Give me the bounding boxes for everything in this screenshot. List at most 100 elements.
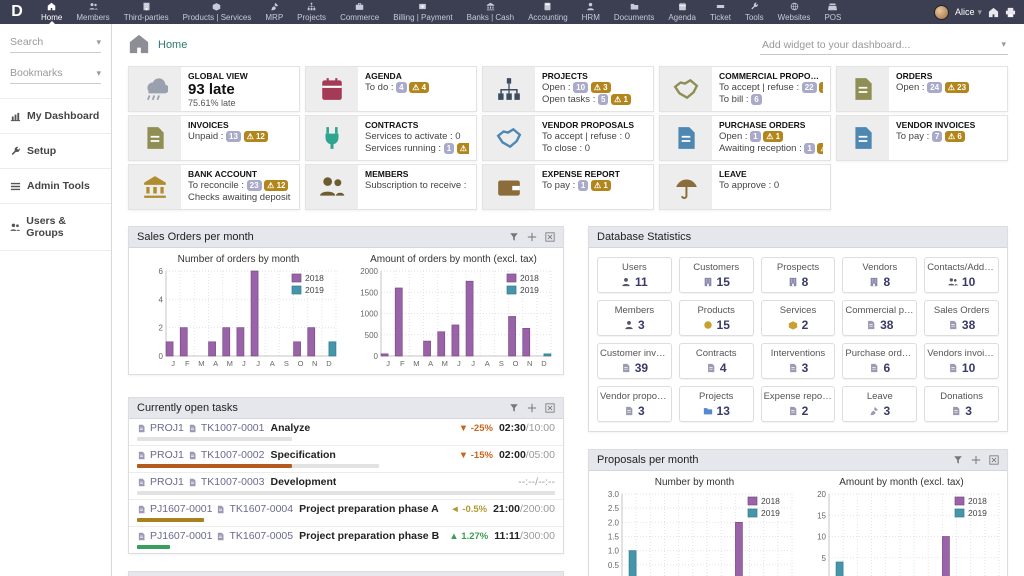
kpi-leave[interactable]: LEAVE To approve : 0 — [659, 164, 831, 210]
stat-users[interactable]: Users 11 — [597, 257, 672, 293]
stat-purchase-orders[interactable]: Purchase orders 6 — [842, 343, 918, 379]
nav-item-documents[interactable]: Documents — [607, 0, 661, 24]
stat-customers[interactable]: Customers 15 — [678, 257, 754, 293]
add-widget-select[interactable]: Add widget to your dashboard... ▾ — [760, 36, 1008, 55]
nav-item-products-services[interactable]: Products | Services — [176, 0, 259, 24]
filter-icon[interactable] — [953, 455, 963, 465]
task-ref[interactable]: TK1007-0003 — [201, 476, 265, 488]
move-widget-icon[interactable] — [527, 232, 537, 242]
kpi-invoices[interactable]: INVOICES Unpaid : 13 ⚠ 12 — [128, 115, 300, 161]
count-badge[interactable]: 5 — [597, 94, 609, 105]
nav-item-pos[interactable]: POS — [817, 0, 848, 24]
task-ref[interactable]: TK1007-0001 — [201, 422, 265, 434]
kpi-purchase-orders[interactable]: PURCHASE ORDERS Open : 1 ⚠ 1 Awaiting rece… — [659, 115, 831, 161]
task-row[interactable]: PROJ1 TK1007-0001 Analyze ▼ -25% 02:30/10:00 — [129, 419, 563, 445]
sidebar-item-users-groups[interactable]: Users & Groups — [0, 203, 111, 251]
nav-item-billing-payment[interactable]: Billing | Payment — [386, 0, 459, 24]
count-badge[interactable]: 24 — [927, 82, 943, 93]
task-row[interactable]: PJ1607-0001 TK1607-0004 Project preparatio… — [129, 499, 563, 526]
sidebar-item-admin-tools[interactable]: Admin Tools — [0, 168, 111, 203]
project-ref[interactable]: PROJ1 — [150, 476, 184, 488]
task-row[interactable]: PROJ1 TK1007-0003 Development --:--/--:-- — [129, 472, 563, 499]
stat-contacts-addres[interactable]: Contacts/Addres... 10 — [924, 257, 999, 293]
project-ref[interactable]: PROJ1 — [150, 422, 184, 434]
move-widget-icon[interactable] — [527, 403, 537, 413]
task-ref[interactable]: TK1007-0002 — [201, 449, 265, 461]
task-row[interactable]: PJ1607-0001 TK1607-0005 Project preparatio… — [129, 526, 563, 553]
sidebar-item-setup[interactable]: Setup — [0, 133, 111, 168]
print-icon[interactable] — [1005, 7, 1016, 18]
kpi-commercial-proposals[interactable]: COMMERCIAL PROPOSALS To accept | refuse :… — [659, 66, 831, 112]
late-badge[interactable]: ⚠ 6 — [945, 131, 965, 142]
stat-projects[interactable]: Projects 13 — [678, 386, 754, 422]
nav-item-accounting[interactable]: Accounting — [521, 0, 575, 24]
stat-vendor-proposal[interactable]: Vendor proposal 3 — [597, 386, 672, 422]
kpi-global-view[interactable]: GLOBAL VIEW 93 late 75.61% late — [128, 66, 300, 112]
home-shortcut-icon[interactable] — [988, 7, 999, 18]
nav-item-projects[interactable]: Projects — [290, 0, 333, 24]
count-badge[interactable]: 10 — [573, 82, 589, 93]
late-badge[interactable]: ⚠ 4 — [409, 82, 430, 93]
stat-members[interactable]: Members 3 — [597, 300, 672, 336]
kpi-projects[interactable]: PROJECTS Open : 10 ⚠ 3 Open tasks : 5 ⚠ 1 — [482, 66, 654, 112]
stat-leave[interactable]: Leave 3 — [842, 386, 918, 422]
nav-item-tools[interactable]: Tools — [738, 0, 771, 24]
stat-vendors[interactable]: Vendors 8 — [842, 257, 918, 293]
stat-products[interactable]: Products 15 — [678, 300, 754, 336]
stat-expense-reports[interactable]: Expense reports 2 — [760, 386, 836, 422]
filter-icon[interactable] — [509, 232, 519, 242]
late-badge[interactable]: ⚠ 22 — [819, 82, 823, 93]
late-badge[interactable]: ⚠ 1 — [591, 180, 611, 191]
kpi-vendor-proposals[interactable]: VENDOR PROPOSALS To accept | refuse : 0 To… — [482, 115, 654, 161]
app-logo[interactable]: D — [0, 0, 34, 24]
close-widget-icon[interactable] — [545, 232, 555, 242]
task-ref[interactable]: TK1607-0004 — [229, 503, 293, 515]
nav-item-members[interactable]: Members — [69, 0, 116, 24]
project-ref[interactable]: PJ1607-0001 — [150, 530, 212, 542]
stat-interventions[interactable]: Interventions 3 — [760, 343, 836, 379]
close-widget-icon[interactable] — [989, 455, 999, 465]
stat-customer-invoices[interactable]: Customer invoices 39 — [597, 343, 672, 379]
nav-item-home[interactable]: Home — [34, 0, 69, 24]
kpi-contracts[interactable]: CONTRACTS Services to activate : 0 Service… — [305, 115, 477, 161]
stat-commercial-prop[interactable]: Commercial prop... 38 — [842, 300, 918, 336]
project-ref[interactable]: PJ1607-0001 — [150, 503, 212, 515]
stat-donations[interactable]: Donations 3 — [924, 386, 999, 422]
breadcrumb-home[interactable] — [128, 33, 150, 57]
filter-icon[interactable] — [509, 403, 519, 413]
move-widget-icon[interactable] — [971, 455, 981, 465]
nav-item-ticket[interactable]: Ticket — [703, 0, 738, 24]
nav-item-mrp[interactable]: MRP — [258, 0, 290, 24]
count-badge[interactable]: 4 — [396, 82, 407, 93]
kpi-vendor-invoices[interactable]: VENDOR INVOICES To pay : 7 ⚠ 6 — [836, 115, 1008, 161]
late-badge[interactable]: ⚠ 1 — [611, 94, 631, 105]
nav-item-banks-cash[interactable]: Banks | Cash — [460, 0, 521, 24]
count-badge[interactable]: 1 — [750, 131, 761, 142]
count-badge[interactable]: 1 — [577, 180, 589, 191]
search-dropdown[interactable]: Search ▾ — [10, 34, 101, 53]
nav-item-commerce[interactable]: Commerce — [333, 0, 386, 24]
late-badge[interactable]: ⚠ 12 — [264, 180, 289, 191]
stat-services[interactable]: Services 2 — [760, 300, 836, 336]
project-ref[interactable]: PROJ1 — [150, 449, 184, 461]
kpi-bank-account[interactable]: BANK ACCOUNT To reconcile : 23 ⚠ 12 Checks… — [128, 164, 300, 210]
close-widget-icon[interactable] — [545, 403, 555, 413]
task-ref[interactable]: TK1607-0005 — [229, 530, 293, 542]
count-badge[interactable]: 22 — [801, 82, 817, 93]
user-menu[interactable]: Alice ▾ — [955, 7, 982, 18]
count-badge[interactable]: 6 — [751, 94, 762, 105]
user-avatar[interactable] — [933, 4, 949, 20]
kpi-orders[interactable]: ORDERS Open : 24 ⚠ 23 — [836, 66, 1008, 112]
kpi-members[interactable]: MEMBERSSubscription to receive : 2 ⚠ 2 — [305, 164, 477, 210]
stat-sales-orders[interactable]: Sales Orders 38 — [924, 300, 999, 336]
stat-vendors-invoices[interactable]: Vendors invoices 10 — [924, 343, 999, 379]
count-badge[interactable]: 23 — [246, 180, 262, 191]
nav-item-hrm[interactable]: HRM — [575, 0, 607, 24]
late-badge[interactable]: ⚠ 23 — [944, 82, 970, 93]
late-badge[interactable]: ⚠ 12 — [243, 131, 268, 142]
stat-prospects[interactable]: Prospects 8 — [760, 257, 836, 293]
kpi-agenda[interactable]: AGENDA To do : 4 ⚠ 4 — [305, 66, 477, 112]
count-badge[interactable]: 7 — [931, 131, 943, 142]
nav-item-websites[interactable]: Websites — [771, 0, 818, 24]
kpi-expense-report[interactable]: EXPENSE REPORT To pay : 1 ⚠ 1 — [482, 164, 654, 210]
